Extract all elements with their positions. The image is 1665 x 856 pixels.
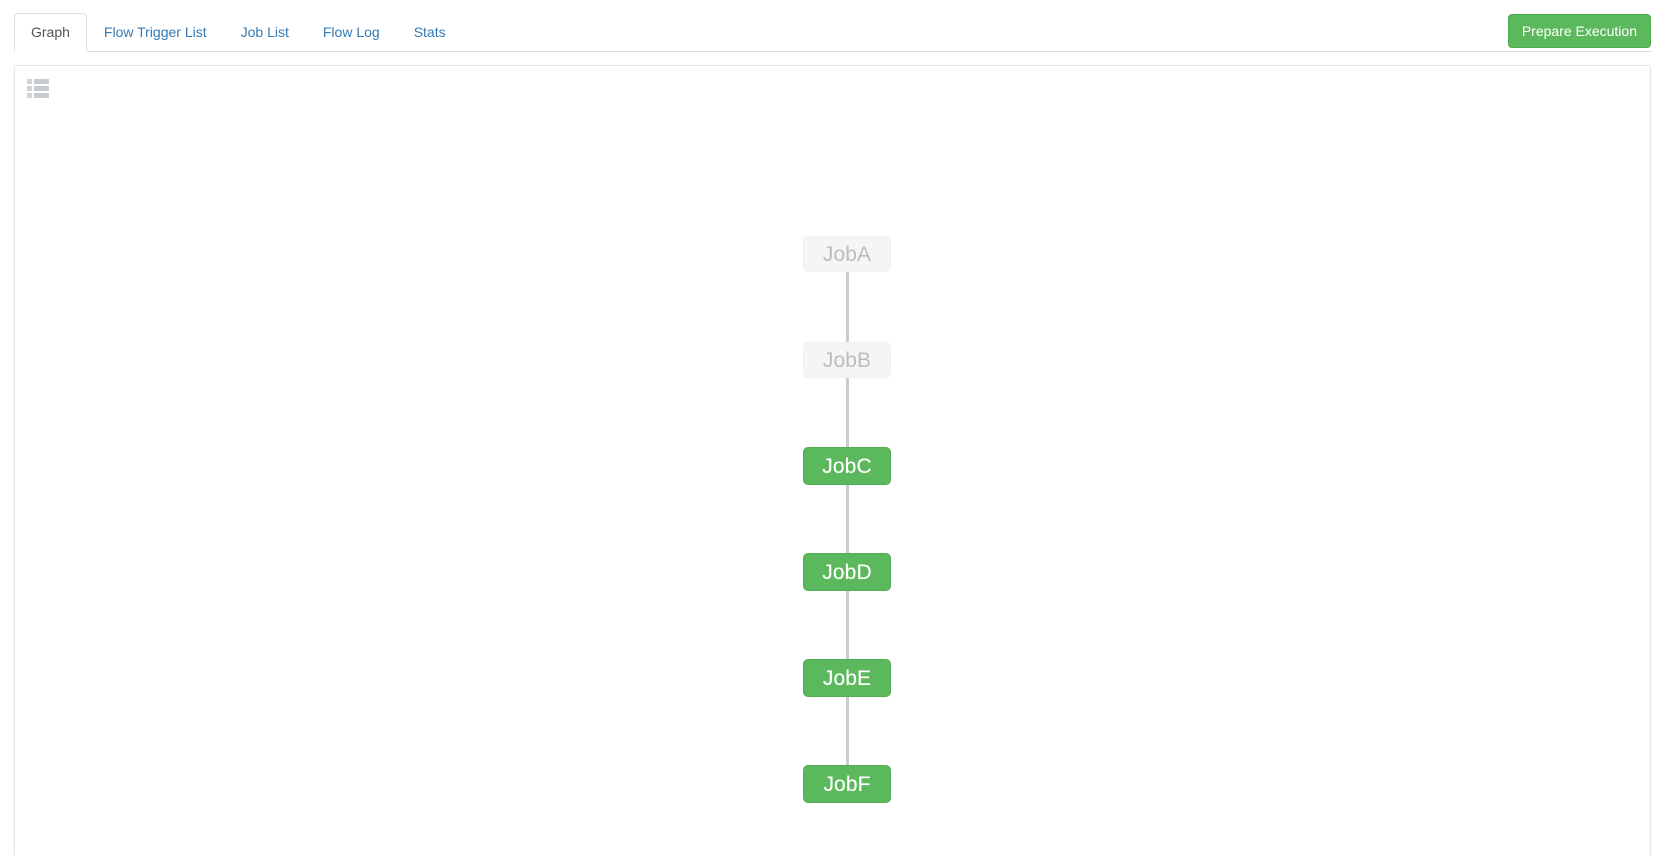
graph-node-label: JobF	[823, 772, 871, 796]
graph-node-label: JobA	[822, 242, 872, 266]
tab-flow-log-label: Flow Log	[322, 24, 380, 40]
graph-node-label: JobB	[822, 348, 872, 372]
graph-node-jobf[interactable]: JobF	[803, 765, 891, 803]
tab-job-list-label: Job List	[240, 24, 289, 40]
tab-graph-label: Graph	[31, 24, 70, 40]
tab-stats-label: Stats	[413, 24, 446, 40]
flow-graph-canvas[interactable]: JobA JobB JobC JobD JobE JobF	[15, 66, 1650, 856]
graph-node-jobd[interactable]: JobD	[803, 553, 891, 591]
tab-flow-trigger-list-label: Flow Trigger List	[103, 24, 207, 40]
tab-job-list[interactable]: Job List	[224, 13, 306, 52]
tab-graph[interactable]: Graph	[14, 13, 87, 52]
graph-node-label: JobE	[822, 666, 872, 690]
graph-panel: JobA JobB JobC JobD JobE JobF	[14, 65, 1651, 856]
tab-bar: Graph Flow Trigger List Job List Flow Lo…	[14, 13, 1651, 52]
top-toolbar: Graph Flow Trigger List Job List Flow Lo…	[0, 0, 1665, 52]
graph-node-label: JobD	[822, 560, 872, 584]
graph-node-joba: JobA	[803, 236, 891, 272]
graph-node-jobc[interactable]: JobC	[803, 447, 891, 485]
graph-node-jobb: JobB	[803, 342, 891, 378]
prepare-execution-button[interactable]: Prepare Execution	[1507, 14, 1651, 48]
tab-flow-log[interactable]: Flow Log	[306, 13, 397, 52]
tab-flow-trigger-list[interactable]: Flow Trigger List	[87, 13, 224, 52]
tab-stats[interactable]: Stats	[397, 13, 463, 52]
graph-node-jobe[interactable]: JobE	[803, 659, 891, 697]
graph-node-label: JobC	[822, 454, 872, 478]
